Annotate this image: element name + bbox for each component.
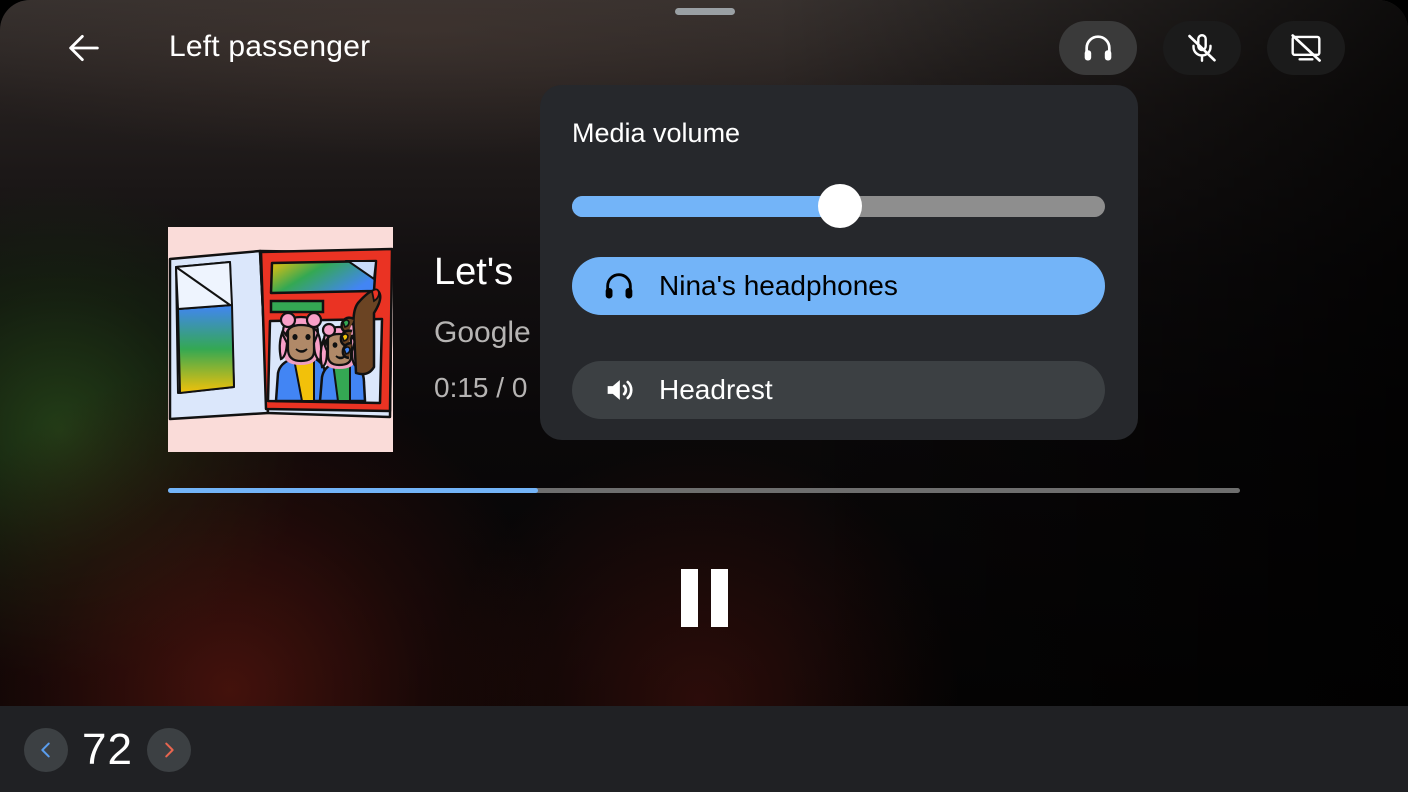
microphone-off-button[interactable] xyxy=(1163,21,1241,75)
temperature-decrease-button[interactable] xyxy=(24,728,68,772)
play-pause-button[interactable] xyxy=(660,552,748,644)
temperature-increase-button[interactable] xyxy=(146,728,191,772)
arrow-left-icon xyxy=(69,34,99,62)
chevron-left-icon xyxy=(41,742,50,758)
mic-off-icon xyxy=(1188,34,1216,62)
pause-icon-second-bar xyxy=(710,569,728,627)
chevron-right-icon xyxy=(165,742,174,758)
screen-off-button[interactable] xyxy=(1267,21,1345,75)
system-bar: 72 xyxy=(0,706,1408,792)
page-title: Left passenger xyxy=(169,30,371,63)
headphones-icon xyxy=(1084,35,1112,61)
headphones-toggle-button[interactable] xyxy=(1059,21,1137,75)
media-app-surface: Left passenger Let's Google 0:15 / 0 Med… xyxy=(0,0,1408,706)
temperature-control: 72 xyxy=(24,724,191,776)
album-art-illustration xyxy=(168,227,393,452)
media-progress-bar[interactable] xyxy=(168,488,1240,493)
volume-slider-thumb[interactable] xyxy=(818,184,862,228)
audio-output-label: Nina's headphones xyxy=(659,270,898,301)
pause-icon xyxy=(680,569,698,627)
audio-output-nina-headphones[interactable]: Nina's headphones xyxy=(572,257,1105,315)
media-volume-panel: Media volume Nina's headphones Headrest xyxy=(540,85,1138,440)
media-progress-fill xyxy=(168,488,538,493)
audio-output-headrest[interactable]: Headrest xyxy=(572,361,1105,419)
album-art xyxy=(168,227,393,452)
audio-output-label: Headrest xyxy=(659,374,773,405)
volume-panel-title: Media volume xyxy=(572,118,741,148)
screen-off-icon xyxy=(1291,34,1321,62)
headphones-icon xyxy=(601,268,637,304)
volume-slider-fill xyxy=(572,196,840,217)
speaker-volume-icon xyxy=(601,372,637,408)
car-media-screen: Left passenger Let's Google 0:15 / 0 Med… xyxy=(0,0,1408,792)
back-button[interactable] xyxy=(56,24,112,72)
top-bar: Left passenger xyxy=(0,0,1408,96)
temperature-value: 72 xyxy=(82,725,133,774)
media-volume-slider[interactable] xyxy=(572,184,1105,228)
